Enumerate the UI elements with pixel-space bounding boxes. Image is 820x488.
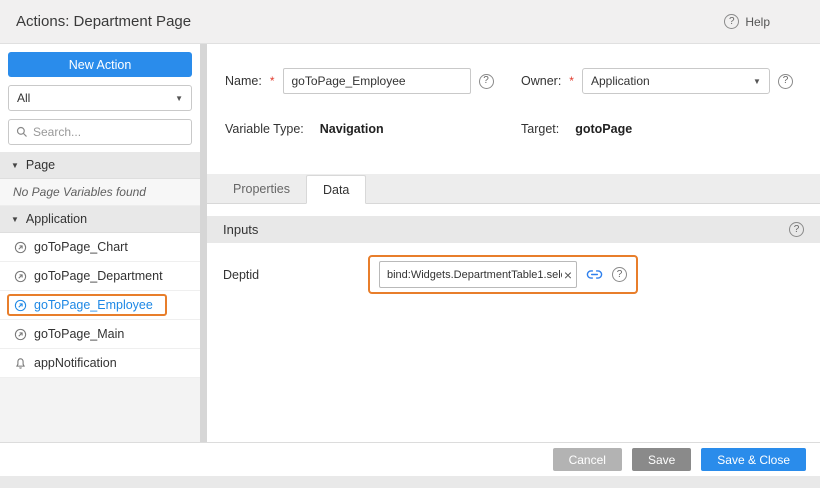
panel-divider bbox=[200, 44, 207, 442]
tree-group-application-label: Application bbox=[26, 212, 87, 226]
notification-action-icon bbox=[14, 357, 27, 370]
tree-item-gotopage-department[interactable]: goToPage_Department bbox=[0, 262, 200, 291]
selection-highlight-box: goToPage_Employee bbox=[7, 294, 167, 316]
tree-group-page-label: Page bbox=[26, 158, 55, 172]
collapse-caret-icon: ▼ bbox=[11, 161, 19, 170]
deptid-bind-value: bind:Widgets.DepartmentTable1.selec bbox=[387, 269, 562, 281]
scope-filter-dropdown[interactable]: All ▼ bbox=[8, 85, 192, 111]
name-help-icon[interactable]: ? bbox=[479, 74, 494, 89]
action-form: Name: * ? Owner: * Application ▼ ? bbox=[207, 44, 820, 174]
sidebar-filler bbox=[0, 378, 200, 442]
owner-help-icon[interactable]: ? bbox=[778, 74, 793, 89]
page-empty-message: No Page Variables found bbox=[0, 179, 200, 206]
tab-data[interactable]: Data bbox=[306, 175, 366, 204]
detail-tabbar: Properties Data bbox=[207, 174, 820, 204]
deptid-bind-input[interactable]: bind:Widgets.DepartmentTable1.selec × bbox=[379, 261, 577, 288]
deptid-help-icon[interactable]: ? bbox=[612, 267, 627, 282]
help-label: Help bbox=[745, 15, 770, 29]
required-asterisk: * bbox=[270, 74, 275, 88]
variable-type-value: Navigation bbox=[320, 122, 384, 136]
save-and-close-button[interactable]: Save & Close bbox=[701, 448, 806, 471]
new-action-button[interactable]: New Action bbox=[8, 52, 192, 77]
search-input[interactable] bbox=[33, 125, 184, 139]
owner-value: Application bbox=[591, 74, 650, 88]
name-field[interactable] bbox=[283, 68, 471, 94]
data-tab-content: Inputs ? Deptid bind:Widgets.DepartmentT… bbox=[207, 204, 820, 442]
collapse-caret-icon: ▼ bbox=[11, 215, 19, 224]
variables-tree: ▼ Page No Page Variables found ▼ Applica… bbox=[0, 152, 200, 378]
navigation-action-icon bbox=[14, 270, 27, 283]
bind-link-icon[interactable] bbox=[586, 266, 603, 283]
owner-dropdown[interactable]: Application ▼ bbox=[582, 68, 770, 94]
dialog-footer: Cancel Save Save & Close bbox=[0, 442, 820, 476]
name-label: Name: bbox=[225, 74, 262, 88]
navigation-action-icon bbox=[14, 299, 27, 312]
save-button[interactable]: Save bbox=[632, 448, 691, 471]
scope-filter-value: All bbox=[17, 91, 30, 105]
dialog-header: Actions: Department Page ? Help bbox=[0, 0, 820, 44]
tree-item-gotopage-main[interactable]: goToPage_Main bbox=[0, 320, 200, 349]
inputs-section-header: Inputs ? bbox=[207, 216, 820, 243]
cancel-button[interactable]: Cancel bbox=[553, 448, 622, 471]
tree-item-label: appNotification bbox=[34, 356, 117, 370]
chevron-down-icon: ▼ bbox=[175, 94, 183, 103]
required-asterisk: * bbox=[569, 74, 574, 88]
deptid-label: Deptid bbox=[223, 268, 368, 282]
tree-item-label: goToPage_Main bbox=[34, 327, 124, 341]
owner-label: Owner: bbox=[521, 74, 561, 88]
search-icon bbox=[16, 126, 28, 138]
bottom-strip bbox=[0, 476, 820, 488]
target-label: Target: bbox=[521, 122, 559, 136]
page-title: Actions: Department Page bbox=[16, 13, 191, 30]
action-detail-panel: Name: * ? Owner: * Application ▼ ? bbox=[207, 44, 820, 442]
tree-group-page[interactable]: ▼ Page bbox=[0, 152, 200, 179]
target-value: gotoPage bbox=[575, 122, 632, 136]
bind-highlight-box: bind:Widgets.DepartmentTable1.selec × ? bbox=[368, 255, 638, 294]
chevron-down-icon: ▼ bbox=[753, 77, 761, 86]
inputs-help-icon[interactable]: ? bbox=[789, 222, 804, 237]
variable-type-label: Variable Type: bbox=[225, 122, 304, 136]
tree-group-application[interactable]: ▼ Application bbox=[0, 206, 200, 233]
tree-item-label: goToPage_Chart bbox=[34, 240, 128, 254]
tree-item-label: goToPage_Department bbox=[34, 269, 163, 283]
search-box bbox=[8, 119, 192, 145]
inputs-section-title: Inputs bbox=[223, 222, 258, 237]
navigation-action-icon bbox=[14, 241, 27, 254]
help-button[interactable]: ? Help bbox=[724, 14, 770, 29]
tab-properties[interactable]: Properties bbox=[217, 174, 306, 203]
tree-item-label: goToPage_Employee bbox=[34, 298, 153, 312]
clear-binding-icon[interactable]: × bbox=[564, 268, 572, 282]
variables-sidebar: New Action All ▼ ▼ Page bbox=[0, 44, 200, 442]
actions-dialog: Actions: Department Page ? Help New Acti… bbox=[0, 0, 820, 488]
tree-item-appnotification[interactable]: appNotification bbox=[0, 349, 200, 378]
tree-item-gotopage-employee[interactable]: goToPage_Employee bbox=[0, 291, 200, 320]
help-icon: ? bbox=[724, 14, 739, 29]
tree-item-gotopage-chart[interactable]: goToPage_Chart bbox=[0, 233, 200, 262]
deptid-field-row: Deptid bind:Widgets.DepartmentTable1.sel… bbox=[207, 243, 820, 294]
navigation-action-icon bbox=[14, 328, 27, 341]
